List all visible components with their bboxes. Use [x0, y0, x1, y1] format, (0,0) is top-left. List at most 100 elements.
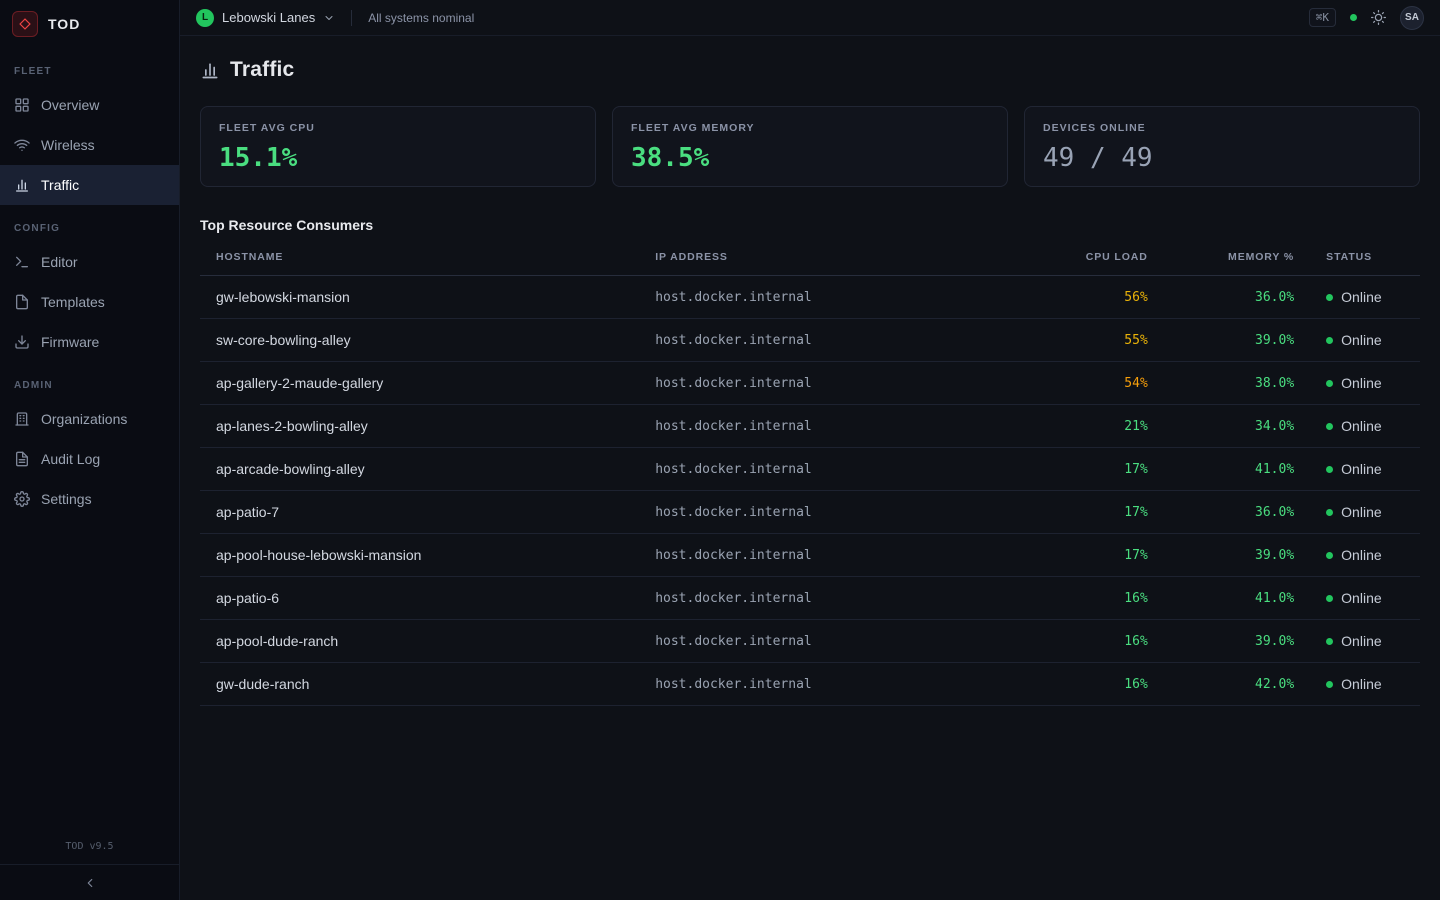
status-badge: Online — [1326, 676, 1404, 692]
sidebar-collapse-button[interactable] — [0, 864, 179, 900]
gear-icon — [14, 491, 30, 507]
ip-cell: host.docker.internal — [639, 663, 1042, 706]
online-dot-icon — [1326, 380, 1333, 387]
table-section-title: Top Resource Consumers — [200, 217, 1420, 233]
hostname-cell: ap-patio-7 — [200, 491, 639, 534]
stat-card-fleet-avg-cpu: FLEET AVG CPU 15.1% — [200, 106, 596, 187]
status-label: Online — [1341, 461, 1381, 477]
sidebar-item-organizations[interactable]: Organizations — [0, 399, 179, 439]
hostname-cell: ap-pool-dude-ranch — [200, 620, 639, 663]
status-badge: Online — [1326, 504, 1404, 520]
app-logo-icon — [12, 11, 38, 37]
status-label: Online — [1341, 590, 1381, 606]
command-palette-shortcut[interactable]: ⌘K — [1309, 8, 1336, 27]
online-dot-icon — [1326, 681, 1333, 688]
bar-chart-icon — [14, 177, 30, 193]
app-brand: TOD — [0, 0, 179, 48]
sidebar-item-editor[interactable]: Editor — [0, 242, 179, 282]
sidebar-item-overview[interactable]: Overview — [0, 85, 179, 125]
memory-cell: 42.0% — [1164, 663, 1310, 706]
file-icon — [14, 294, 30, 310]
table-row[interactable]: ap-pool-house-lebowski-mansion host.dock… — [200, 534, 1420, 577]
cpu-cell: 17% — [1042, 491, 1164, 534]
sidebar-item-wireless[interactable]: Wireless — [0, 125, 179, 165]
ip-cell: host.docker.internal — [639, 491, 1042, 534]
topbar-divider — [351, 10, 352, 26]
sidebar-item-traffic[interactable]: Traffic — [0, 165, 179, 205]
main-area: L Lebowski Lanes All systems nominal ⌘K … — [180, 0, 1440, 900]
online-dot-icon — [1326, 337, 1333, 344]
chevron-left-icon — [83, 876, 97, 890]
cpu-cell: 56% — [1042, 276, 1164, 319]
stat-value: 38.5% — [631, 143, 989, 173]
sidebar-item-audit-log[interactable]: Audit Log — [0, 439, 179, 479]
sidebar-item-label: Overview — [41, 97, 99, 113]
org-switcher[interactable]: L Lebowski Lanes — [196, 9, 335, 27]
ip-cell: host.docker.internal — [639, 319, 1042, 362]
org-name: Lebowski Lanes — [222, 10, 315, 25]
online-dot-icon — [1326, 294, 1333, 301]
sidebar-item-label: Audit Log — [41, 451, 100, 467]
table-row[interactable]: gw-dude-ranch host.docker.internal 16% 4… — [200, 663, 1420, 706]
hostname-cell: ap-lanes-2-bowling-alley — [200, 405, 639, 448]
ip-cell: host.docker.internal — [639, 534, 1042, 577]
status-badge: Online — [1326, 590, 1404, 606]
column-header-cpu: CPU LOAD — [1042, 239, 1164, 276]
nav-section-admin: ADMIN — [0, 380, 179, 391]
table-row[interactable]: ap-gallery-2-maude-gallery host.docker.i… — [200, 362, 1420, 405]
table-row[interactable]: ap-arcade-bowling-alley host.docker.inte… — [200, 448, 1420, 491]
cpu-cell: 55% — [1042, 319, 1164, 362]
table-row[interactable]: gw-lebowski-mansion host.docker.internal… — [200, 276, 1420, 319]
table-row[interactable]: ap-patio-6 host.docker.internal 16% 41.0… — [200, 577, 1420, 620]
stat-value: 15.1% — [219, 143, 577, 173]
table-row[interactable]: ap-pool-dude-ranch host.docker.internal … — [200, 620, 1420, 663]
online-dot-icon — [1326, 509, 1333, 516]
online-dot-icon — [1326, 466, 1333, 473]
sidebar-item-firmware[interactable]: Firmware — [0, 322, 179, 362]
hostname-cell: gw-lebowski-mansion — [200, 276, 639, 319]
sidebar-item-settings[interactable]: Settings — [0, 479, 179, 519]
org-avatar: L — [196, 9, 214, 27]
memory-cell: 34.0% — [1164, 405, 1310, 448]
table-row[interactable]: ap-patio-7 host.docker.internal 17% 36.0… — [200, 491, 1420, 534]
sidebar-item-templates[interactable]: Templates — [0, 282, 179, 322]
page-title: Traffic — [230, 58, 294, 82]
top-resource-consumers-table: HOSTNAME IP ADDRESS CPU LOAD MEMORY % ST… — [200, 239, 1420, 706]
hostname-cell: ap-patio-6 — [200, 577, 639, 620]
nav-section-fleet: FLEET — [0, 66, 179, 77]
ip-cell: host.docker.internal — [639, 276, 1042, 319]
stat-card-devices-online: DEVICES ONLINE 49 / 49 — [1024, 106, 1420, 187]
status-badge: Online — [1326, 547, 1404, 563]
cpu-cell: 21% — [1042, 405, 1164, 448]
stat-label: FLEET AVG MEMORY — [631, 122, 989, 134]
memory-cell: 39.0% — [1164, 534, 1310, 577]
sidebar-item-label: Settings — [41, 491, 92, 507]
ip-cell: host.docker.internal — [639, 620, 1042, 663]
page-title-chart-icon — [200, 60, 220, 80]
theme-toggle-button[interactable] — [1371, 10, 1386, 25]
column-header-ip: IP ADDRESS — [639, 239, 1042, 276]
sidebar-item-label: Traffic — [41, 177, 79, 193]
status-badge: Online — [1326, 461, 1404, 477]
hostname-cell: ap-pool-house-lebowski-mansion — [200, 534, 639, 577]
hostname-cell: sw-core-bowling-alley — [200, 319, 639, 362]
hostname-cell: ap-arcade-bowling-alley — [200, 448, 639, 491]
user-avatar[interactable]: SA — [1400, 6, 1424, 30]
stat-value: 49 / 49 — [1043, 143, 1401, 173]
table-row[interactable]: sw-core-bowling-alley host.docker.intern… — [200, 319, 1420, 362]
status-badge: Online — [1326, 418, 1404, 434]
ip-cell: host.docker.internal — [639, 577, 1042, 620]
ip-cell: host.docker.internal — [639, 362, 1042, 405]
memory-cell: 36.0% — [1164, 491, 1310, 534]
chevron-down-icon — [323, 12, 335, 24]
table-row[interactable]: ap-lanes-2-bowling-alley host.docker.int… — [200, 405, 1420, 448]
terminal-icon — [14, 254, 30, 270]
sidebar-item-label: Editor — [41, 254, 78, 270]
health-dot-icon — [1350, 14, 1357, 21]
cpu-cell: 16% — [1042, 577, 1164, 620]
memory-cell: 38.0% — [1164, 362, 1310, 405]
grid-icon — [14, 97, 30, 113]
cpu-cell: 17% — [1042, 534, 1164, 577]
building-icon — [14, 411, 30, 427]
memory-cell: 41.0% — [1164, 448, 1310, 491]
